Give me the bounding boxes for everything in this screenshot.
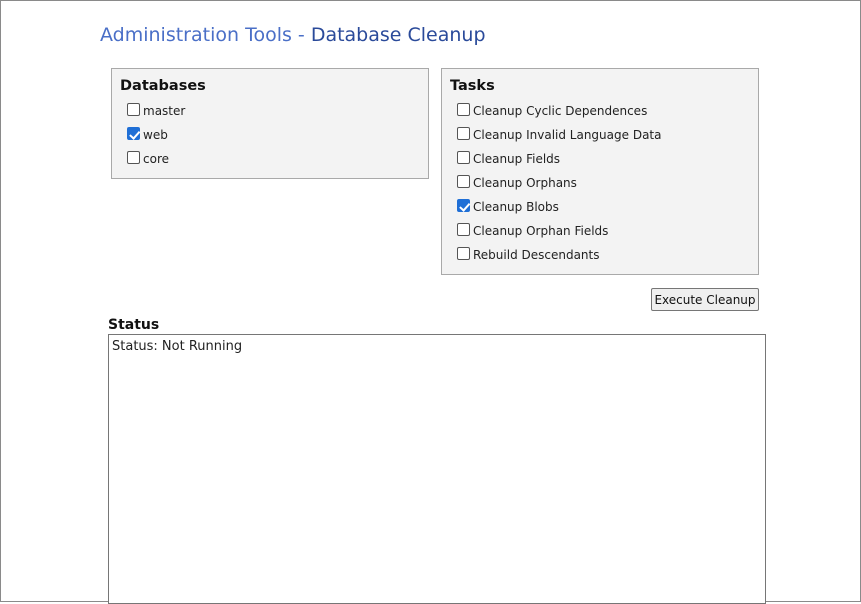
databases-list: master web core bbox=[127, 102, 185, 174]
web-label: web bbox=[143, 128, 168, 142]
cleanup-orphans-label: Cleanup Orphans bbox=[473, 176, 577, 190]
status-heading: Status bbox=[108, 317, 160, 333]
cleanup-orphans-checkbox[interactable] bbox=[457, 175, 470, 188]
breadcrumb-separator: - bbox=[291, 24, 311, 46]
core-label: core bbox=[143, 152, 169, 166]
cleanup-orphan-fields-checkbox[interactable] bbox=[457, 223, 470, 236]
task-option-cleanup-blobs[interactable]: Cleanup Blobs bbox=[457, 198, 661, 222]
cleanup-blobs-label: Cleanup Blobs bbox=[473, 200, 559, 214]
web-checkbox[interactable] bbox=[127, 127, 140, 140]
cleanup-cyclic-dependences-checkbox[interactable] bbox=[457, 103, 470, 116]
status-output-box[interactable]: Status: Not Running bbox=[108, 334, 766, 604]
tasks-list: Cleanup Cyclic Dependences Cleanup Inval… bbox=[457, 102, 661, 270]
master-label: master bbox=[143, 104, 186, 118]
task-option-cleanup-invalid-language-data[interactable]: Cleanup Invalid Language Data bbox=[457, 126, 661, 150]
rebuild-descendants-label: Rebuild Descendants bbox=[473, 248, 600, 262]
tasks-panel: Tasks Cleanup Cyclic Dependences Cleanup… bbox=[441, 68, 759, 275]
tasks-heading: Tasks bbox=[450, 78, 495, 94]
cleanup-invalid-language-data-checkbox[interactable] bbox=[457, 127, 470, 140]
cleanup-cyclic-dependences-label: Cleanup Cyclic Dependences bbox=[473, 104, 648, 118]
page-title: Database Cleanup bbox=[310, 24, 486, 46]
cleanup-blobs-checkbox[interactable] bbox=[457, 199, 470, 212]
task-option-cleanup-orphan-fields[interactable]: Cleanup Orphan Fields bbox=[457, 222, 661, 246]
databases-panel: Databases master web core bbox=[111, 68, 429, 179]
core-checkbox[interactable] bbox=[127, 151, 140, 164]
task-option-cleanup-fields[interactable]: Cleanup Fields bbox=[457, 150, 661, 174]
execute-cleanup-button[interactable]: Execute Cleanup bbox=[651, 288, 759, 311]
rebuild-descendants-checkbox[interactable] bbox=[457, 247, 470, 260]
database-option-master[interactable]: master bbox=[127, 102, 185, 126]
task-option-cleanup-cyclic-dependences[interactable]: Cleanup Cyclic Dependences bbox=[457, 102, 661, 126]
task-option-rebuild-descendants[interactable]: Rebuild Descendants bbox=[457, 246, 661, 270]
page-title-bar: Administration Tools - Database Cleanup bbox=[100, 24, 486, 46]
databases-heading: Databases bbox=[120, 78, 206, 94]
status-text: Status: Not Running bbox=[112, 339, 243, 354]
breadcrumb-administration-tools-link[interactable]: Administration Tools bbox=[100, 24, 292, 46]
cleanup-orphan-fields-label: Cleanup Orphan Fields bbox=[473, 224, 609, 238]
database-option-web[interactable]: web bbox=[127, 126, 185, 150]
cleanup-fields-label: Cleanup Fields bbox=[473, 152, 561, 166]
cleanup-fields-checkbox[interactable] bbox=[457, 151, 470, 164]
task-option-cleanup-orphans[interactable]: Cleanup Orphans bbox=[457, 174, 661, 198]
cleanup-invalid-language-data-label: Cleanup Invalid Language Data bbox=[473, 128, 662, 142]
database-option-core[interactable]: core bbox=[127, 150, 185, 174]
master-checkbox[interactable] bbox=[127, 103, 140, 116]
